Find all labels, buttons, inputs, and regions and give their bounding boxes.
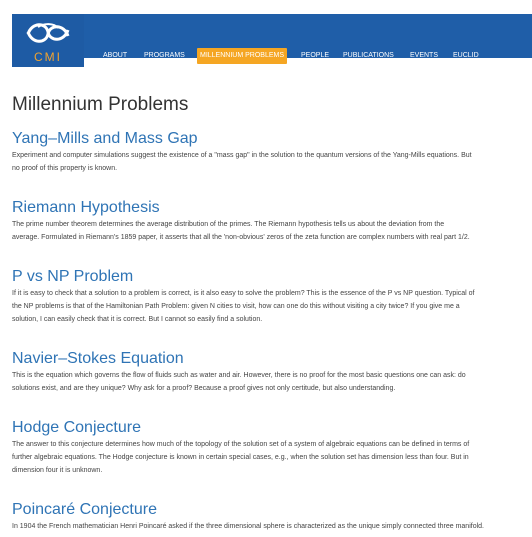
logo-text: CMI xyxy=(34,50,62,64)
description-line: further algebraic equations. The Hodge c… xyxy=(12,454,469,461)
nav-people[interactable]: PEOPLE xyxy=(301,49,329,63)
nav-millennium-problems[interactable]: MILLENNIUM PROBLEMS xyxy=(197,48,288,64)
problem-description-hodge: The answer to this conjecture determines… xyxy=(12,438,532,477)
page-title: Millennium Problems xyxy=(12,94,189,115)
description-line: solutions exist, and are they unique? Wh… xyxy=(12,385,396,392)
description-line: The answer to this conjecture determines… xyxy=(12,441,470,448)
description-line: The prime number theorem determines the … xyxy=(12,221,445,228)
description-line: dimension four it is unknown. xyxy=(12,467,103,474)
cmi-emblem-icon xyxy=(26,23,70,43)
description-line: no proof of this property is known. xyxy=(12,165,118,172)
problem-title-hodge[interactable]: Hodge Conjecture xyxy=(12,419,141,437)
page: ABOUT PROGRAMS MILLENNIUM PROBLEMS PEOPL… xyxy=(0,0,532,537)
description-line: Experiment and computer simulations sugg… xyxy=(12,152,472,159)
nav-events[interactable]: EVENTS xyxy=(410,49,438,63)
nav-about[interactable]: ABOUT xyxy=(103,49,127,63)
problem-title-p-vs-np[interactable]: P vs NP Problem xyxy=(12,268,133,286)
problem-title-navier-stokes[interactable]: Navier–Stokes Equation xyxy=(12,350,184,368)
description-line: the NP problems is that of the Hamiltoni… xyxy=(12,303,460,310)
nav-euclid[interactable]: EUCLID xyxy=(453,49,479,63)
problem-title-riemann[interactable]: Riemann Hypothesis xyxy=(12,199,160,217)
description-line: If it is easy to check that a solution t… xyxy=(12,290,475,297)
problem-description-riemann: The prime number theorem determines the … xyxy=(12,218,532,244)
cmi-logo[interactable]: CMI xyxy=(12,14,84,67)
top-navigation-bar: ABOUT PROGRAMS MILLENNIUM PROBLEMS PEOPL… xyxy=(12,14,532,64)
problem-title-poincare[interactable]: Poincaré Conjecture xyxy=(12,501,157,519)
nav-programs[interactable]: PROGRAMS xyxy=(144,49,185,63)
description-line: solution, I can easily check that it is … xyxy=(12,316,263,323)
problem-description-p-vs-np: If it is easy to check that a solution t… xyxy=(12,287,532,326)
problem-description-navier-stokes: This is the equation which governs the f… xyxy=(12,369,532,395)
problem-title-yang-mills[interactable]: Yang–Mills and Mass Gap xyxy=(12,130,198,148)
description-line: In 1904 the French mathematician Henri P… xyxy=(12,523,484,530)
description-line: average. Formulated in Riemann's 1859 pa… xyxy=(12,234,470,241)
description-line: This is the equation which governs the f… xyxy=(12,372,466,379)
problem-description-poincare: In 1904 the French mathematician Henri P… xyxy=(12,520,532,533)
nav-publications[interactable]: PUBLICATIONS xyxy=(343,49,394,63)
problem-description-yang-mills: Experiment and computer simulations sugg… xyxy=(12,149,532,175)
